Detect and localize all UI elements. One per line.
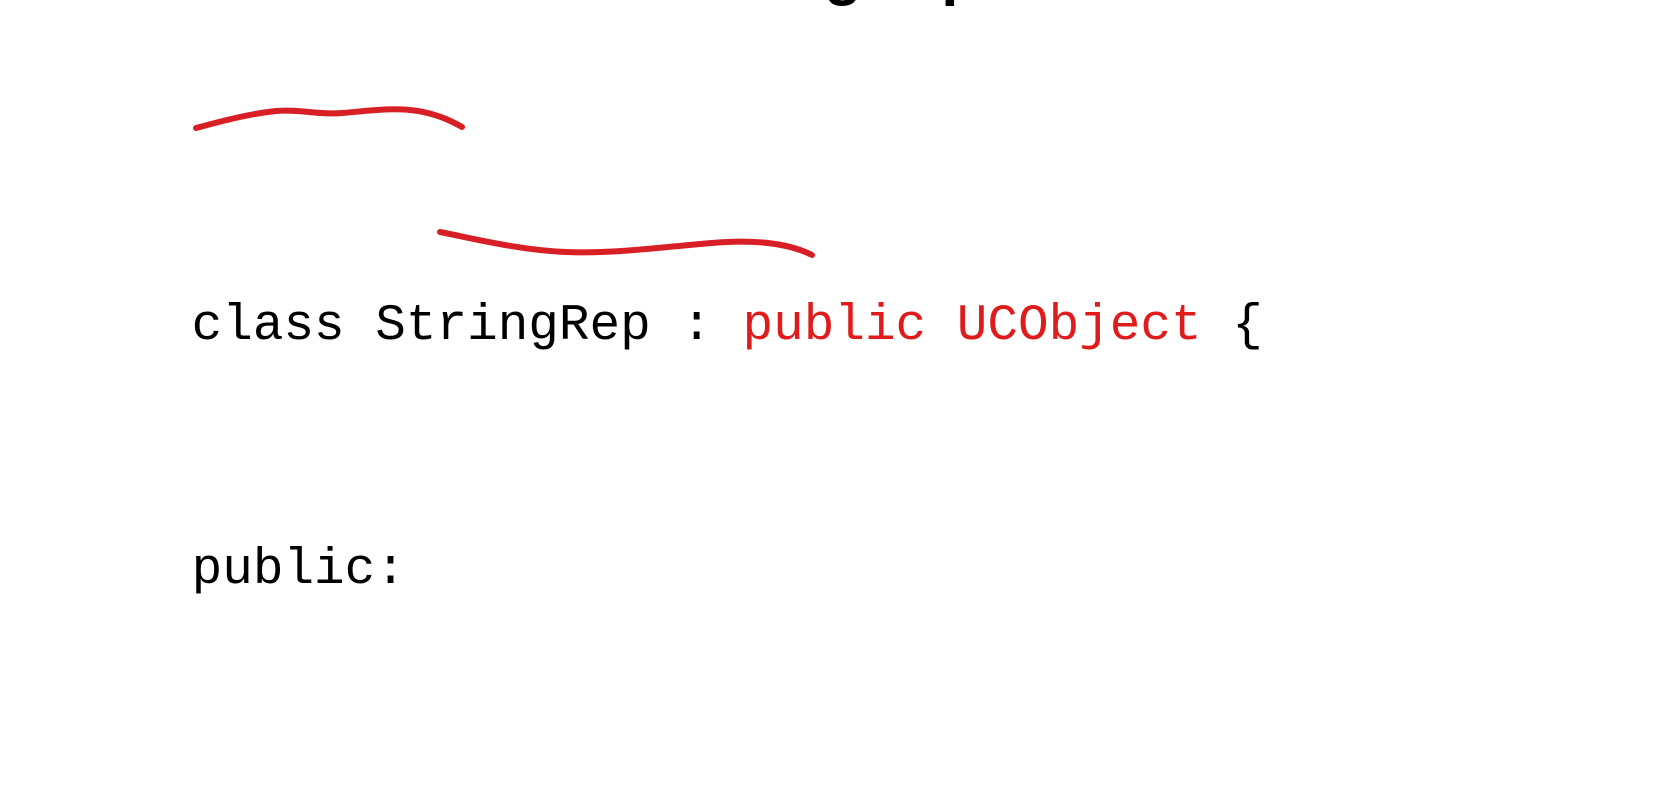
slide-title-cropped: StringRep bbox=[0, 0, 1662, 18]
code-segment-highlighted: public UCObject bbox=[742, 298, 1202, 355]
slide-canvas: StringRep class StringRep : public UCObj… bbox=[0, 0, 1662, 790]
code-segment: StringRep(const char *); bbox=[192, 786, 1049, 790]
code-segment: public: bbox=[191, 542, 406, 599]
code-listing: class StringRep : public UCObject { publ… bbox=[8, 52, 1662, 790]
code-line: StringRep(const char *); bbox=[8, 723, 1662, 790]
code-line: public: bbox=[8, 479, 1662, 599]
code-segment: class StringRep : bbox=[191, 298, 743, 355]
code-segment: { bbox=[1201, 298, 1263, 355]
slide-title-text: StringRep bbox=[0, 0, 1662, 4]
code-line: class StringRep : public UCObject { bbox=[8, 235, 1662, 355]
